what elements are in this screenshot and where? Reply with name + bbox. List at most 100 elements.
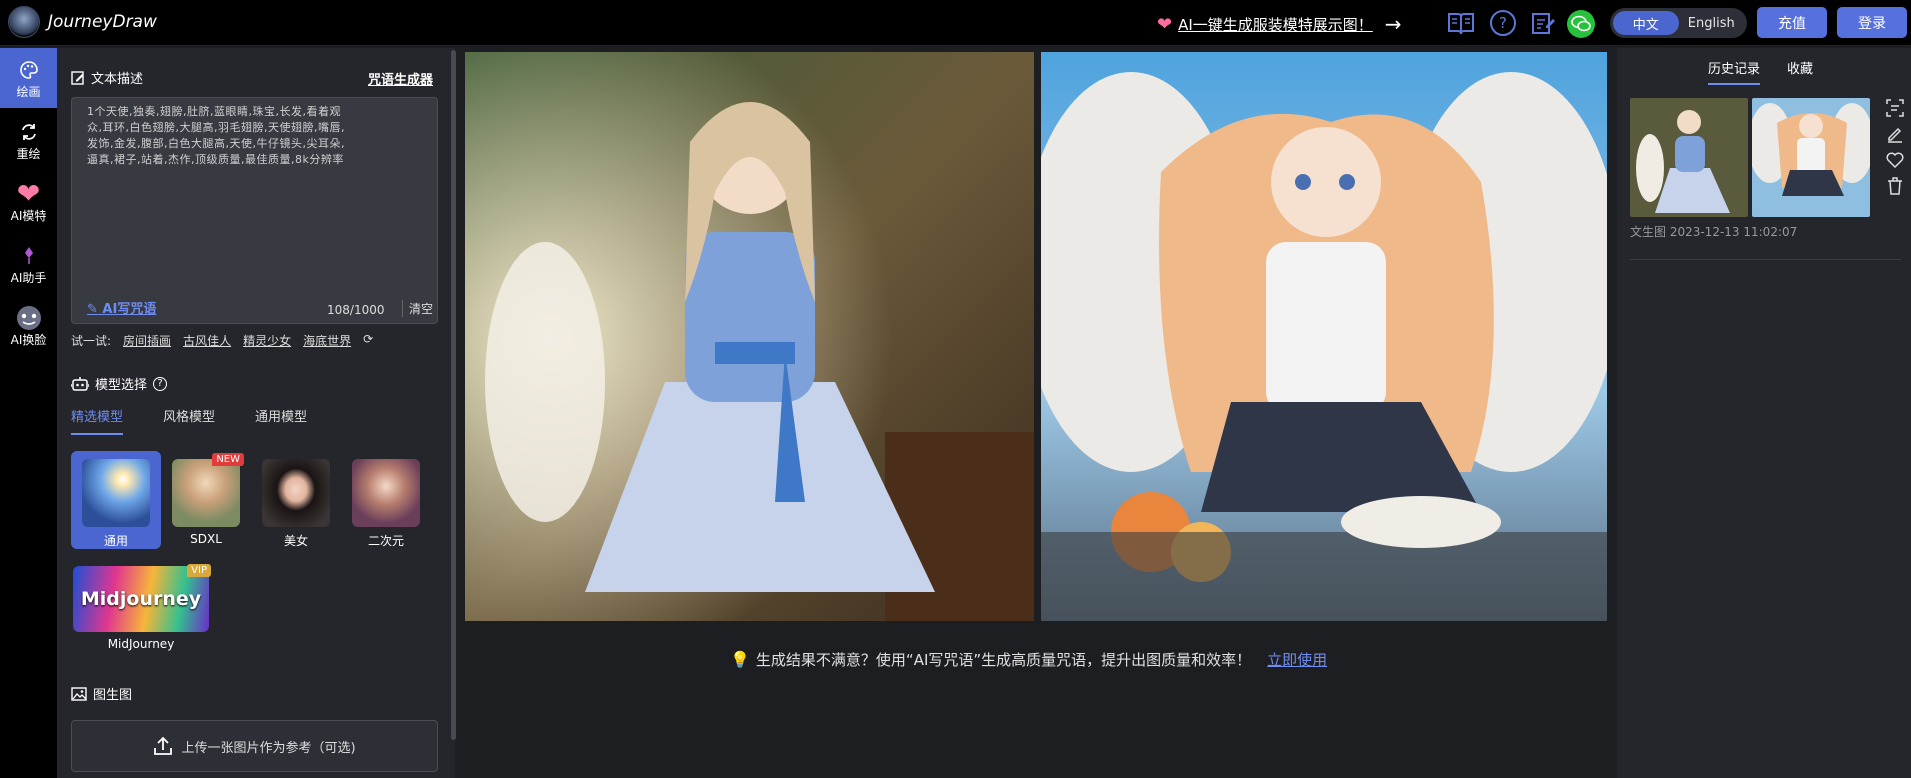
prompt-line: 1个天使,独奏,翅膀,肚脐,蓝眼睛,珠宝,长发,看着观 — [87, 105, 341, 118]
heart-icon: ❤ — [16, 177, 41, 210]
help-icon[interactable]: ? — [153, 376, 168, 391]
char-counter: 108/1000 — [327, 303, 385, 317]
lang-zh-option[interactable]: 中文 — [1613, 11, 1679, 35]
ai-write-prompt-button[interactable]: ✎ AI写咒语 — [87, 298, 156, 317]
model-card-general[interactable]: 通用 — [71, 451, 161, 549]
nav-item-face-swap[interactable]: AI换脸 — [0, 296, 57, 356]
model-label: SDXL — [190, 532, 222, 546]
history-thumbnail[interactable] — [1752, 98, 1870, 217]
tab-featured-models[interactable]: 精选模型 — [71, 406, 124, 435]
palette-icon — [19, 57, 39, 83]
nav-label: AI模特 — [10, 208, 47, 223]
generated-image-1[interactable] — [465, 52, 1034, 621]
model-card-sdxl[interactable]: NEW SDXL — [161, 451, 251, 549]
tab-history[interactable]: 历史记录 — [1708, 58, 1761, 85]
tab-style-models[interactable]: 风格模型 — [163, 406, 215, 435]
result-area: 💡 生成结果不满意？使用“AI写咒语”生成高质量咒语，提升出图质量和效率！ 立即… — [456, 48, 1616, 778]
model-thumbnail — [262, 459, 330, 527]
settings-panel: 文本描述 咒语生成器 1个天使,独奏,翅膀,肚脐,蓝眼睛,珠宝,长发,看着观 众… — [57, 48, 456, 778]
prompt-generator-link[interactable]: 咒语生成器 — [368, 69, 433, 88]
promo-banner[interactable]: ❤ AI一键生成服装模特展示图！ → — [1157, 12, 1402, 36]
model-thumbnail: Midjourney VIP — [73, 564, 211, 632]
generated-image-2[interactable] — [1041, 52, 1607, 621]
tip-text: 生成结果不满意？使用“AI写咒语”生成高质量咒语，提升出图质量和效率！ — [755, 651, 1252, 669]
lang-en-option[interactable]: English — [1679, 11, 1745, 35]
history-thumbnail[interactable] — [1630, 98, 1748, 217]
wechat-icon[interactable] — [1567, 10, 1595, 38]
prompt-line: 众,耳环,白色翅膀,大腿高,羽毛翅膀,天使翅膀,嘴唇, — [87, 121, 345, 134]
try-suggestions: 试一试: 房间插画 古风佳人 精灵少女 海底世界 ⟳ — [71, 332, 373, 349]
upload-label: 上传一张图片作为参考（可选) — [181, 740, 356, 756]
prompt-title: 文本描述 — [91, 72, 144, 87]
history-date: 文生图 2023-12-13 11:02:07 — [1630, 225, 1798, 239]
model-thumbnail — [352, 459, 420, 527]
text-scan-icon[interactable] — [1885, 98, 1905, 118]
model-card-beauty[interactable]: 美女 — [251, 451, 341, 549]
refresh-icon — [19, 119, 39, 145]
nav-item-ai-model[interactable]: ❤ AI模特 — [0, 172, 57, 232]
model-section-title: 模型选择 ? — [71, 374, 168, 393]
try-label: 试一试: — [71, 334, 112, 348]
nav-item-ai-assistant[interactable]: AI助手 — [0, 234, 57, 294]
face-swap-icon — [14, 305, 44, 331]
nav-item-draw[interactable]: 绘画 — [0, 48, 57, 108]
prompt-section-title: 文本描述 — [71, 68, 143, 87]
heart-icon: ❤ — [1157, 13, 1173, 35]
brand-name[interactable]: JourneyDraw — [48, 12, 157, 32]
tip-banner: 💡 生成结果不满意？使用“AI写咒语”生成高质量咒语，提升出图质量和效率！ 立即… — [730, 649, 1327, 670]
edit-icon[interactable] — [1885, 124, 1905, 144]
history-panel: 历史记录 收藏 文生图 2023-12-13 11:02:07 — [1617, 48, 1911, 778]
try-item[interactable]: 房间插画 — [123, 332, 171, 349]
ai-write-label: AI写咒语 — [102, 302, 157, 317]
shuffle-icon[interactable]: ⟳ — [363, 332, 373, 349]
try-item[interactable]: 古风佳人 — [183, 332, 231, 349]
assistant-icon — [22, 243, 36, 269]
left-nav: 绘画 重绘 ❤ AI模特 AI助手 AI换脸 — [0, 48, 57, 778]
tab-general-models[interactable]: 通用模型 — [255, 406, 307, 435]
edit-icon — [71, 70, 84, 85]
image-icon — [71, 686, 87, 701]
robot-icon — [71, 376, 89, 391]
nav-item-redraw[interactable]: 重绘 — [0, 110, 57, 170]
model-thumbnail: NEW — [172, 453, 244, 527]
prompt-line: 逼真,裙子,站着,杰作,顶级质量,最佳质量,8k分辨率 — [87, 153, 344, 166]
model-title: 模型选择 — [95, 378, 148, 393]
prompt-textarea[interactable]: 1个天使,独奏,翅膀,肚脐,蓝眼睛,珠宝,长发,看着观 众,耳环,白色翅膀,大腿… — [71, 97, 438, 324]
try-item[interactable]: 海底世界 — [303, 332, 351, 349]
svg-text:?: ? — [1499, 14, 1507, 32]
model-thumbnail — [82, 459, 150, 527]
img2img-section-title: 图生图 — [71, 684, 132, 703]
model-label: MidJourney — [107, 637, 175, 651]
new-badge: NEW — [212, 453, 244, 466]
model-label: 通用 — [103, 534, 128, 548]
nav-label: AI助手 — [10, 270, 47, 285]
recharge-button[interactable]: 充值 — [1757, 7, 1827, 38]
upload-icon — [154, 736, 173, 755]
model-label: 美女 — [283, 534, 308, 548]
top-bar: JourneyDraw ❤ AI一键生成服装模特展示图！ → ? 中文 Engl… — [0, 0, 1911, 45]
upload-reference-button[interactable]: 上传一张图片作为参考（可选) — [71, 720, 438, 772]
prompt-text[interactable]: 1个天使,独奏,翅膀,肚脐,蓝眼睛,珠宝,长发,看着观 众,耳环,白色翅膀,大腿… — [87, 104, 427, 168]
delete-icon[interactable] — [1885, 176, 1905, 196]
model-label: 二次元 — [367, 534, 404, 548]
edit-note-icon[interactable] — [1528, 8, 1558, 38]
midjourney-thumb-text: Midjourney — [80, 588, 202, 610]
language-switch[interactable]: 中文 English — [1610, 8, 1747, 38]
vip-badge: VIP — [187, 564, 211, 577]
clear-button[interactable]: 清空 — [402, 300, 433, 317]
favorite-heart-icon[interactable] — [1885, 150, 1905, 170]
arrow-right-icon: → — [1384, 12, 1402, 36]
book-icon[interactable] — [1446, 8, 1476, 38]
nav-label: AI换脸 — [10, 332, 47, 347]
logo-icon[interactable] — [8, 6, 40, 38]
model-card-midjourney[interactable]: Midjourney VIP MidJourney — [71, 560, 211, 658]
model-card-anime[interactable]: 二次元 — [341, 451, 431, 549]
prompt-line: 发饰,金发,腹部,白色大腿高,天使,牛仔镜头,尖耳朵, — [87, 137, 345, 150]
lightbulb-icon: 💡 — [730, 650, 750, 669]
login-button[interactable]: 登录 — [1837, 7, 1907, 38]
help-icon[interactable]: ? — [1488, 8, 1518, 38]
try-item[interactable]: 精灵少女 — [243, 332, 291, 349]
promo-text[interactable]: AI一键生成服装模特展示图！ — [1178, 14, 1373, 35]
tab-favorites[interactable]: 收藏 — [1787, 58, 1813, 83]
use-now-link[interactable]: 立即使用 — [1267, 649, 1327, 670]
